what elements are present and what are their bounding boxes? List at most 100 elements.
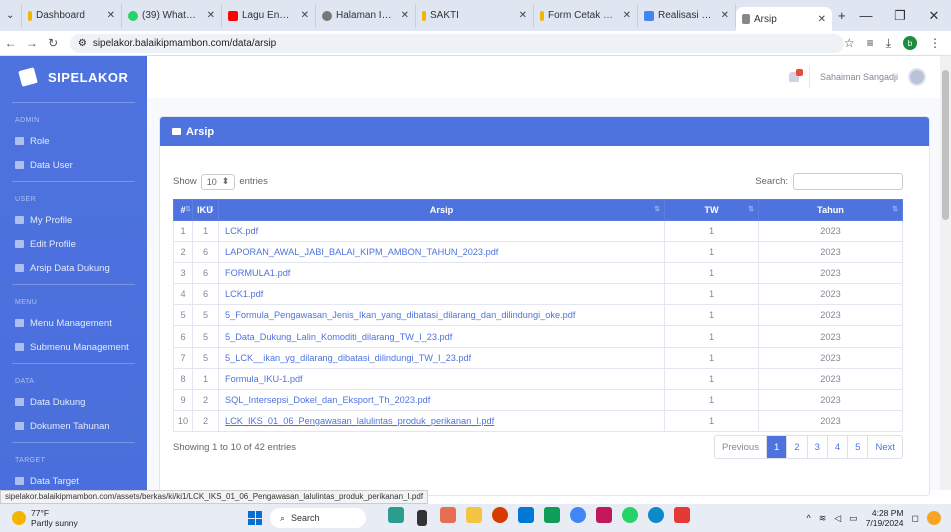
tab-dashboard[interactable]: Dashboard ✕ — [22, 3, 122, 28]
file-link[interactable]: LCK_IKS_01_06_Pengawasan_lalulintas_prod… — [225, 416, 494, 426]
table-row: 7 5 5_LCK__ikan_yg_dilarang_dibatasi_dilin… — [173, 346, 903, 369]
photos-icon[interactable] — [674, 507, 690, 523]
restore-icon[interactable]: ❐ — [883, 8, 917, 24]
divider — [808, 66, 810, 88]
pager-previous[interactable]: Previous — [715, 436, 767, 458]
tab-whatsapp[interactable]: (39) WhatsAp ✕ — [122, 3, 222, 28]
file-link[interactable]: LCK1.pdf — [225, 289, 263, 299]
file-explorer-icon[interactable] — [466, 507, 482, 523]
task-view-icon[interactable] — [417, 510, 427, 526]
sidebar-item-menu-management[interactable]: Menu Management — [0, 311, 147, 335]
close-icon[interactable]: ✕ — [397, 10, 409, 21]
sidebar-item-submenu-management[interactable]: Submenu Management — [0, 335, 147, 359]
store-icon[interactable] — [596, 507, 612, 523]
windows-start-icon[interactable] — [248, 511, 262, 525]
profile-avatar[interactable]: b — [903, 36, 917, 50]
sidebar-item-edit-profile[interactable]: Edit Profile — [0, 232, 147, 256]
row-iku: 5 — [192, 304, 219, 327]
taskbar-search[interactable]: ⌕ Search — [270, 508, 366, 528]
bell-icon[interactable] — [788, 69, 803, 82]
file-link[interactable]: 5_LCK__ikan_yg_dilarang_dibatasi_dilindu… — [225, 353, 471, 363]
close-icon[interactable]: ✕ — [814, 14, 826, 25]
sidebar-item-dokumen-tahunan[interactable]: Dokumen Tahunan — [0, 414, 147, 438]
column-header-tahun[interactable]: Tahun ⇅ — [758, 199, 903, 221]
close-icon[interactable]: ✕ — [619, 10, 631, 21]
file-link[interactable]: LAPORAN_AWAL_JABI_BALAI_KIPM_AMBON_TAHUN… — [225, 247, 498, 257]
site-settings-icon[interactable]: ⚙ — [78, 38, 87, 49]
reload-icon[interactable]: ↻ — [43, 36, 64, 50]
tab-halaman-pdf[interactable]: Halaman IV8.pdf✕ — [316, 3, 416, 28]
weather-widget[interactable]: 77°F Partly sunny — [0, 508, 200, 528]
copilot-icon[interactable] — [927, 511, 941, 525]
battery-icon[interactable]: ▭ — [849, 513, 858, 524]
whatsapp-app-icon[interactable] — [622, 507, 638, 523]
table-icon — [15, 398, 24, 406]
column-header-iku[interactable]: IKU ⇅ — [192, 199, 219, 221]
search-input[interactable] — [793, 173, 903, 190]
mail-icon[interactable] — [518, 507, 534, 523]
row-arsip: 5_Data_Dukung_Lalin_Komoditi_dilarang_TW… — [218, 325, 665, 348]
close-icon[interactable]: ✕ — [717, 10, 729, 21]
close-icon[interactable]: ✕ — [515, 10, 527, 21]
pager-next[interactable]: Next — [868, 436, 902, 458]
id-card-icon — [15, 161, 24, 169]
scrollbar-thumb[interactable] — [942, 70, 949, 220]
chrome-icon[interactable] — [570, 507, 586, 523]
tab-youtube[interactable]: Lagu Enak D✕ — [222, 3, 316, 28]
file-link[interactable]: Formula_IKU-1.pdf — [225, 374, 303, 384]
pager-page-1[interactable]: 1 — [766, 436, 788, 458]
minimize-icon[interactable]: — — [849, 8, 883, 23]
wifi-icon[interactable]: ≋ — [819, 513, 827, 524]
edge-icon[interactable] — [648, 507, 664, 523]
user-avatar[interactable] — [908, 68, 926, 86]
forward-icon[interactable]: → — [21, 36, 42, 50]
browser-menu-icon[interactable]: ⋮ — [929, 36, 941, 50]
row-iku: 1 — [192, 367, 219, 390]
pager-page-4[interactable]: 4 — [828, 436, 849, 458]
tab-form-cetak[interactable]: Form Cetak Peti ✕ — [534, 3, 638, 28]
tab-arsip[interactable]: Arsip ✕ — [736, 7, 832, 31]
entries-select[interactable]: 10 ⬍ — [200, 173, 236, 190]
file-link[interactable]: 5_Data_Dukung_Lalin_Komoditi_dilarang_TW… — [225, 332, 452, 342]
column-header-tw[interactable]: TW ⇅ — [664, 199, 759, 221]
sheet-icon — [644, 10, 654, 21]
close-icon[interactable]: ✕ — [103, 10, 115, 21]
close-icon[interactable]: ✕ — [203, 10, 215, 21]
notification-icon[interactable]: ◻ — [912, 513, 919, 524]
tab-realisasi[interactable]: Realisasi Belanja✕ — [638, 3, 736, 28]
sidebar-item-role[interactable]: Role — [0, 129, 147, 153]
bookmark-star-icon[interactable]: ☆ — [844, 36, 855, 50]
pager-page-3[interactable]: 3 — [808, 436, 828, 458]
download-icon[interactable]: ⤓ — [886, 36, 891, 51]
sidebar-item-data-dukung[interactable]: Data Dukung — [0, 390, 147, 414]
sidebar-item-data-user[interactable]: Data User — [0, 153, 147, 177]
pager-page-5[interactable]: 5 — [848, 436, 869, 458]
clock[interactable]: 4:28 PM 7/19/2024 — [866, 508, 904, 528]
chevron-up-icon[interactable]: ^ — [806, 513, 810, 523]
close-icon[interactable]: ✕ — [297, 10, 309, 21]
office-icon[interactable] — [492, 507, 508, 523]
calendar-icon[interactable] — [544, 507, 560, 523]
column-header-number[interactable]: # ⇅ — [173, 199, 193, 221]
file-link[interactable]: 5_Formula_Pengawasan_Jenis_Ikan_yang_dib… — [225, 310, 575, 320]
landscape-app-icon[interactable] — [388, 507, 404, 523]
url-field[interactable]: ⚙ sipelakor.balaikipmambon.com/data/arsi… — [69, 33, 844, 53]
window-close-icon[interactable]: ✕ — [917, 8, 951, 24]
reading-list-icon[interactable]: ≡ — [867, 36, 874, 50]
file-link[interactable]: LCK.pdf — [225, 226, 258, 236]
tab-sakti[interactable]: SAKTI ✕ — [416, 3, 534, 28]
search-icon: ⌕ — [280, 512, 286, 523]
colorful-app-icon[interactable] — [440, 507, 456, 523]
sidebar-item-my-profile[interactable]: My Profile — [0, 208, 147, 232]
file-link[interactable]: SQL_Intersepsi_Dokel_dan_Eksport_Th_2023… — [225, 395, 430, 405]
back-icon[interactable]: ← — [0, 36, 21, 50]
user-name[interactable]: Sahaiman Sangadji — [820, 72, 898, 82]
tab-list-button[interactable]: ⌄ — [0, 3, 22, 28]
page-scrollbar[interactable] — [940, 56, 951, 490]
sidebar-item-arsip-data-dukung[interactable]: Arsip Data Dukung — [0, 256, 147, 280]
file-link[interactable]: FORMULA1.pdf — [225, 268, 290, 278]
brand[interactable]: SIPELAKOR — [0, 56, 147, 98]
volume-icon[interactable]: ◁ — [834, 513, 841, 524]
column-header-arsip[interactable]: Arsip ⇅ — [218, 199, 665, 221]
pager-page-2[interactable]: 2 — [787, 436, 808, 458]
